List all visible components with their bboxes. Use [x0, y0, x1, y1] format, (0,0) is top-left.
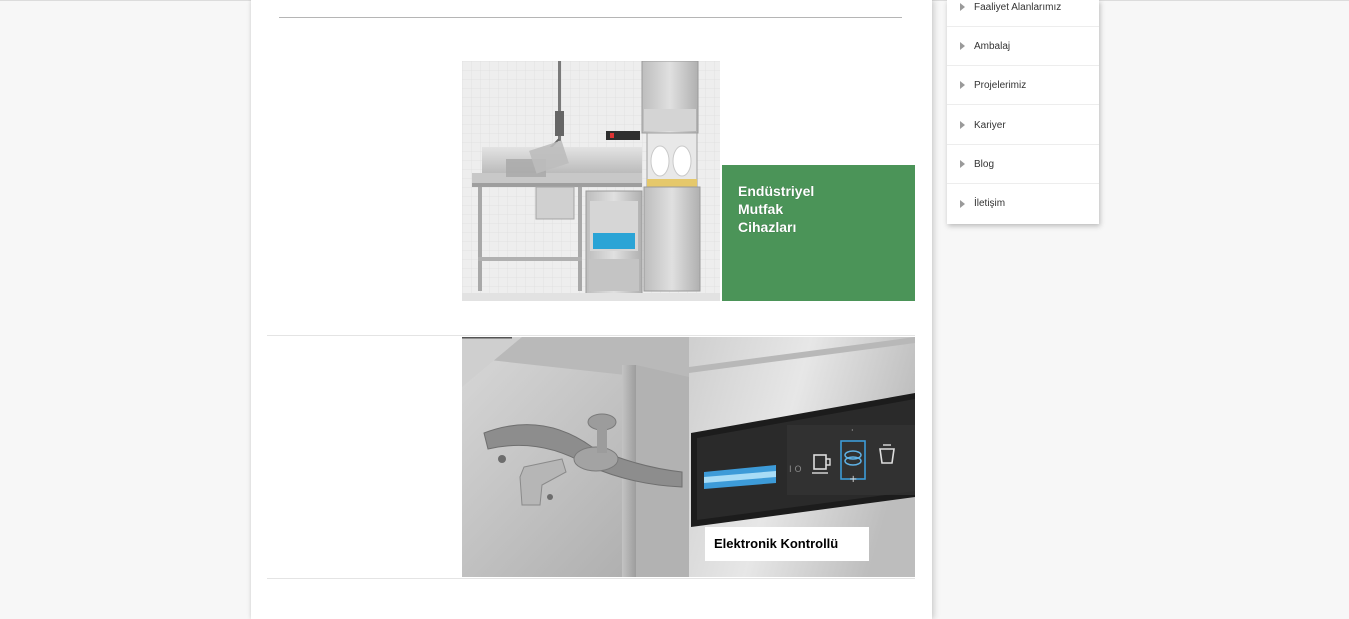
industrial-kitchen-label-box: Endüstriyel Mutfak Cihazları [722, 165, 915, 301]
svg-text:·: · [851, 426, 854, 435]
spray-arm-photo [462, 337, 689, 577]
sidebar-item-label: Ambalaj [974, 41, 1011, 52]
sidebar-item-ambalaj[interactable]: Ambalaj [947, 27, 1099, 66]
industrial-kitchen-banner[interactable]: Endüstriyel Mutfak Cihazları [462, 61, 915, 301]
electronic-control-caption: Elektronik Kontrollü [705, 527, 869, 561]
svg-text:I O: I O [789, 465, 802, 475]
sidebar-menu: Faaliyet Alanlarımız Ambalaj Projelerimi… [947, 0, 1099, 224]
chevron-right-icon [960, 121, 965, 129]
title-line-3: Cihazları [738, 219, 797, 235]
svg-text:+: + [849, 474, 857, 485]
electronic-control-banner[interactable]: I O + · Elektronik Kontrollü [462, 337, 915, 577]
dishwasher-photo [462, 61, 720, 301]
chevron-right-icon [960, 42, 965, 50]
chevron-right-icon [960, 3, 965, 11]
sidebar-item-label: Projelerimiz [974, 80, 1027, 91]
industrial-kitchen-title: Endüstriyel Mutfak Cihazları [738, 182, 814, 236]
chevron-right-icon [960, 81, 965, 89]
chevron-right-icon [960, 160, 965, 168]
sidebar-item-blog[interactable]: Blog [947, 145, 1099, 184]
title-divider [279, 17, 902, 18]
chevron-right-icon [960, 199, 965, 208]
section-divider [267, 335, 915, 336]
sidebar-item-kariyer[interactable]: Kariyer [947, 106, 1099, 145]
sidebar-item-iletisim[interactable]: İletişim [947, 184, 1099, 223]
section-divider [267, 578, 915, 579]
sidebar-item-label: İletişim [974, 198, 1006, 209]
sidebar-item-projelerimiz[interactable]: Projelerimiz [947, 66, 1099, 105]
sidebar-item-label: Faaliyet Alanlarımız [974, 2, 1062, 13]
title-line-1: Endüstriyel [738, 183, 815, 199]
sidebar-item-label: Blog [974, 159, 995, 170]
main-content: Endüstriyel Mutfak Cihazları I O + · Ele… [251, 0, 932, 619]
sidebar-item-faaliyet-alanlarimiz[interactable]: Faaliyet Alanlarımız [947, 0, 1099, 27]
title-line-2: Mutfak [738, 201, 784, 217]
sidebar-item-label: Kariyer [974, 120, 1006, 131]
